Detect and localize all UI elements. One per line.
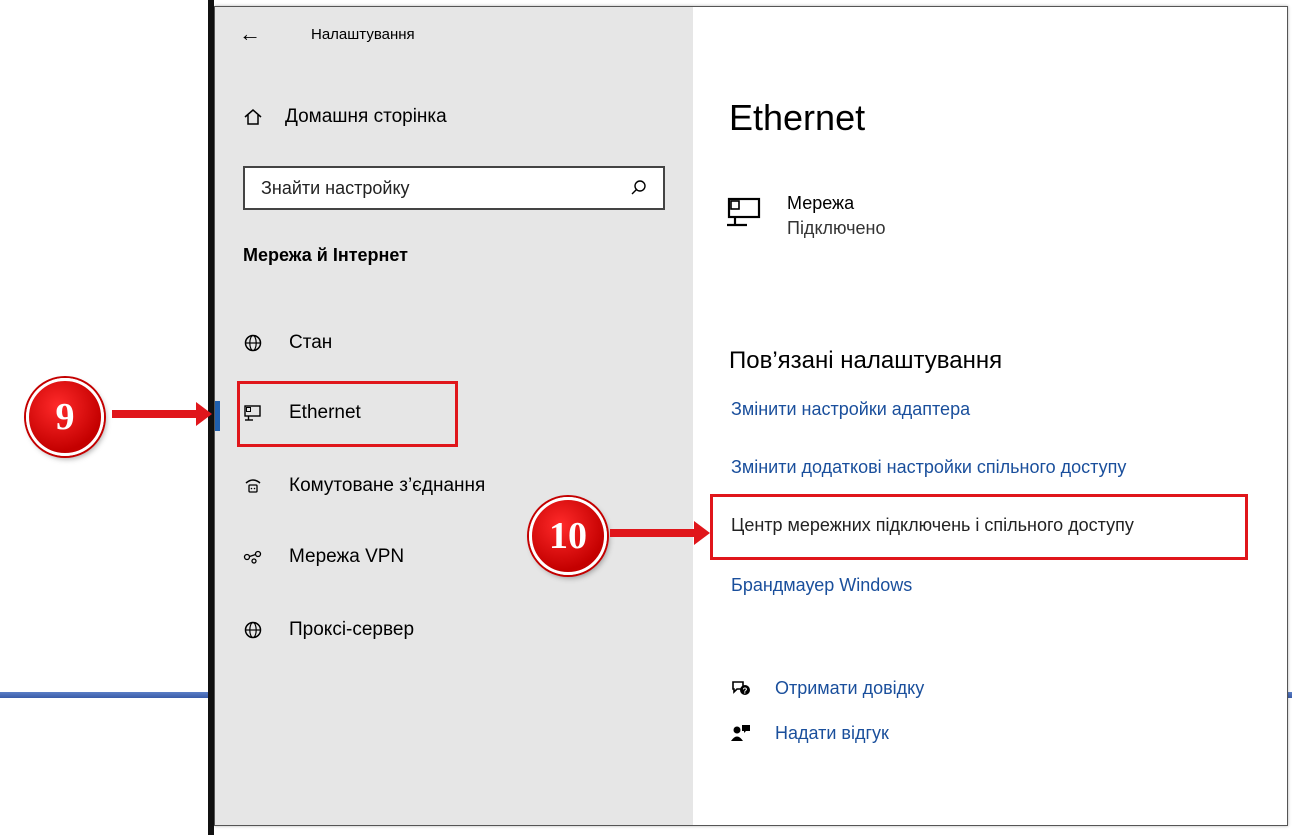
sidebar-item-proxy[interactable]: Проксі-сервер	[241, 618, 414, 642]
sidebar-item-vpn[interactable]: Мережа VPN	[241, 545, 404, 569]
link-sharing-settings[interactable]: Змінити додаткові настройки спільного до…	[731, 457, 1126, 478]
sidebar-item-label: Стан	[289, 332, 333, 353]
home-link[interactable]: Домашня сторінка	[241, 105, 447, 129]
feedback-link[interactable]: Надати відгук	[729, 721, 889, 745]
link-firewall[interactable]: Брандмауер Windows	[731, 575, 912, 596]
link-adapter-settings[interactable]: Змінити настройки адаптера	[731, 399, 970, 420]
search-input[interactable]: Знайти настройку	[243, 166, 665, 210]
sidebar-item-status[interactable]: Стан	[241, 331, 332, 355]
search-placeholder: Знайти настройку	[261, 177, 410, 198]
globe-status-icon	[241, 331, 265, 355]
window-title: Налаштування	[311, 26, 415, 43]
section-title: Мережа й Інтернет	[243, 245, 408, 265]
highlight-box-network-center	[710, 494, 1248, 560]
main-content: Ethernet Мережа Підключено Пов’язані нал…	[693, 7, 1287, 825]
home-icon	[241, 105, 265, 129]
highlight-box-ethernet	[237, 381, 458, 447]
network-status[interactable]: Мережа Підключено	[725, 193, 885, 239]
network-name: Мережа	[787, 193, 855, 213]
arrow-step-10	[610, 521, 710, 545]
back-arrow-icon: ←	[239, 21, 261, 46]
arrow-step-9	[112, 402, 212, 426]
sidebar-item-label: Проксі-сервер	[289, 619, 415, 640]
svg-text:?: ?	[743, 687, 748, 696]
dialup-icon	[241, 474, 265, 498]
vpn-icon	[241, 545, 265, 569]
search-icon	[627, 176, 651, 200]
feedback-label: Надати відгук	[775, 722, 889, 743]
help-chat-icon: ?	[729, 676, 753, 700]
globe-icon	[241, 618, 265, 642]
active-indicator	[215, 401, 220, 431]
network-info: Мережа Підключено	[787, 193, 885, 239]
step-badge-9: 9	[26, 378, 104, 456]
network-state: Підключено	[787, 218, 886, 238]
step-badge-10: 10	[529, 497, 607, 575]
page-title: Ethernet	[729, 97, 866, 138]
sidebar-item-dialup[interactable]: Комутоване з’єднання	[241, 474, 485, 498]
feedback-icon	[729, 721, 753, 745]
get-help-link[interactable]: ? Отримати довідку	[729, 676, 924, 700]
back-button[interactable]: ←	[239, 19, 269, 49]
sidebar-item-label: Мережа VPN	[289, 546, 405, 567]
network-monitor-icon	[725, 193, 765, 239]
home-label: Домашня сторінка	[285, 106, 447, 127]
sidebar-item-label: Комутоване з’єднання	[289, 475, 486, 496]
get-help-label: Отримати довідку	[775, 677, 925, 698]
related-settings-title: Пов’язані налаштування	[729, 347, 1003, 374]
